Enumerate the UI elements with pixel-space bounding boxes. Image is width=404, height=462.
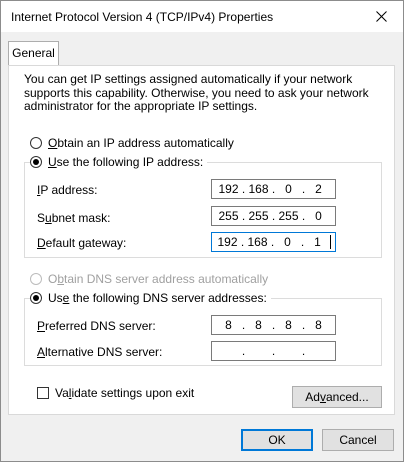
use-dns-manual-option[interactable]: Use the following DNS server addresses: xyxy=(30,291,271,305)
general-panel: You can get IP settings assigned automat… xyxy=(8,65,395,415)
use-ip-manual-label: Use the following IP address: xyxy=(48,155,204,169)
validate-settings-checkbox[interactable] xyxy=(37,387,49,399)
tab-strip: General xyxy=(1,32,403,66)
default-gateway-label: Default gateway: xyxy=(37,236,127,250)
window-title: Internet Protocol Version 4 (TCP/IPv4) P… xyxy=(11,10,274,24)
text-caret xyxy=(329,235,331,249)
use-dns-manual-label: Use the following DNS server addresses: xyxy=(48,291,267,305)
alternative-dns-input[interactable]: ... xyxy=(211,341,336,361)
obtain-ip-auto-label: Obtain an IP address automatically xyxy=(48,136,234,150)
obtain-dns-auto-option[interactable]: Obtain DNS server address automatically xyxy=(30,272,273,286)
close-button[interactable] xyxy=(359,1,403,32)
use-dns-manual-radio[interactable] xyxy=(30,292,42,304)
obtain-ip-auto-option[interactable]: Obtain an IP address automatically xyxy=(30,136,238,150)
use-ip-manual-option[interactable]: Use the following IP address: xyxy=(30,155,208,169)
obtain-dns-auto-label: Obtain DNS server address automatically xyxy=(48,272,269,286)
advanced-button[interactable]: Advanced... xyxy=(292,386,382,408)
description-text: You can get IP settings assigned automat… xyxy=(24,72,369,113)
ip-address-input[interactable]: 192. 168. 0. 2 xyxy=(211,179,336,199)
preferred-dns-label: Preferred DNS server: xyxy=(37,319,156,333)
obtain-dns-auto-radio[interactable] xyxy=(30,273,42,285)
use-ip-manual-radio[interactable] xyxy=(30,156,42,168)
cancel-button[interactable]: Cancel xyxy=(322,429,394,451)
close-icon xyxy=(375,11,387,22)
ok-button[interactable]: OK xyxy=(241,429,313,451)
default-gateway-input[interactable]: 192. 168. 0. 1 xyxy=(211,232,336,252)
tab-general[interactable]: General xyxy=(8,41,59,66)
validate-settings-label: Validate settings upon exit xyxy=(55,386,195,400)
dialog-window: Internet Protocol Version 4 (TCP/IPv4) P… xyxy=(0,0,404,462)
ip-address-label: IP address: xyxy=(37,183,98,197)
preferred-dns-input[interactable]: 8.8.8.8 xyxy=(211,315,336,335)
validate-settings-option[interactable]: Validate settings upon exit xyxy=(37,386,194,400)
title-bar: Internet Protocol Version 4 (TCP/IPv4) P… xyxy=(1,1,403,32)
subnet-mask-input[interactable]: 255. 255. 255. 0 xyxy=(211,206,336,226)
advanced-button-label: Advanced... xyxy=(305,390,369,404)
subnet-mask-label: Subnet mask: xyxy=(37,211,111,225)
alternative-dns-label: Alternative DNS server: xyxy=(37,345,163,359)
obtain-ip-auto-radio[interactable] xyxy=(30,137,42,149)
